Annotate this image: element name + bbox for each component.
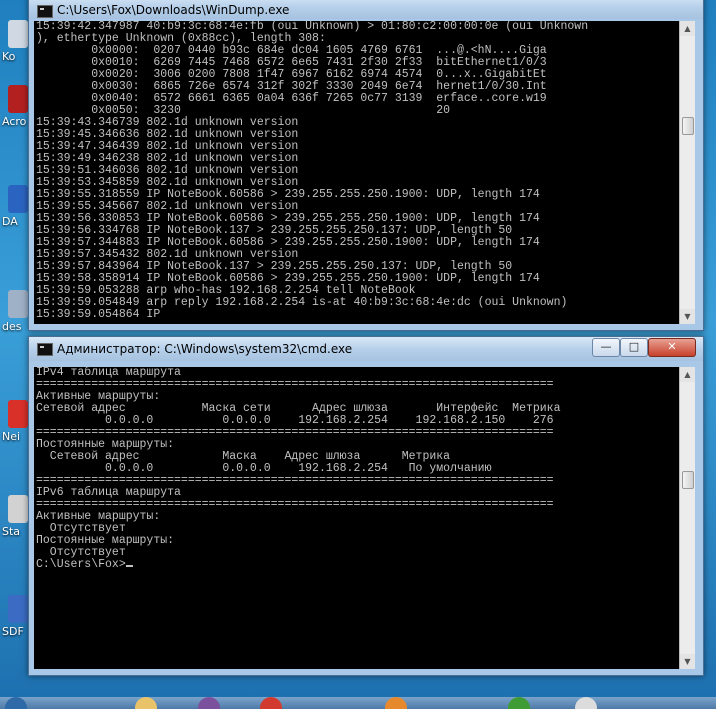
cmd-titlebar[interactable]: Администратор: C:\Windows\system32\cmd.e…	[29, 337, 703, 361]
shortcut-label: des	[2, 320, 22, 333]
console-line: Активные маршруты:	[36, 510, 161, 523]
console-line: C:\Users\Fox>	[36, 559, 681, 571]
shortcut-icon	[8, 290, 28, 318]
windump-window[interactable]: C:\Users\Fox\Downloads\WinDump.exe 15:39…	[28, 0, 704, 331]
taskbar-start-orb-icon[interactable]	[5, 697, 27, 709]
windump-output: 15:39:42.347987 40:b9:3c:68:4e:fb (oui U…	[34, 21, 681, 324]
shortcut-label: DA	[2, 215, 18, 228]
windump-titlebar[interactable]: C:\Users\Fox\Downloads\WinDump.exe	[29, 0, 703, 19]
taskbar-explorer-icon[interactable]	[135, 697, 157, 709]
console-line: 15:39:59.054864 IP	[36, 308, 161, 321]
scroll-down-arrow[interactable]: ▼	[680, 309, 695, 324]
scroll-thumb[interactable]	[682, 117, 694, 135]
close-button[interactable]: ✕	[648, 338, 696, 357]
taskbar-viber-icon[interactable]	[198, 697, 220, 709]
console-app-icon	[37, 5, 53, 18]
windump-scrollbar[interactable]: ▲ ▼	[679, 21, 695, 324]
cmd-title: Администратор: C:\Windows\system32\cmd.e…	[57, 342, 353, 356]
shortcut-icon	[8, 20, 28, 48]
shortcut-label: Acro	[2, 115, 27, 128]
shortcut-icon	[8, 185, 28, 213]
cmd-window[interactable]: Администратор: C:\Windows\system32\cmd.e…	[28, 336, 704, 676]
cmd-scrollbar[interactable]: ▲ ▼	[679, 367, 695, 669]
minimize-button[interactable]: —	[592, 338, 620, 357]
shortcut-icon	[8, 85, 28, 113]
console-line: Отсутствует	[36, 546, 126, 559]
scroll-down-arrow[interactable]: ▼	[680, 654, 695, 669]
shortcut-icon	[8, 400, 28, 428]
cmd-output: IPv4 таблица маршрута ===================…	[34, 367, 681, 669]
shortcut-label: Nei	[2, 430, 21, 443]
scroll-thumb[interactable]	[682, 471, 694, 489]
console-line: Постоянные маршруты:	[36, 534, 175, 547]
taskbar	[0, 697, 716, 709]
maximize-button[interactable]: □	[620, 338, 648, 357]
shortcut-label: Ko	[2, 50, 16, 63]
windump-title: C:\Users\Fox\Downloads\WinDump.exe	[57, 3, 290, 17]
taskbar-utorrent-icon[interactable]	[508, 697, 530, 709]
scroll-up-arrow[interactable]: ▲	[680, 367, 695, 382]
cmd-app-icon	[37, 343, 53, 356]
taskbar-opera-icon[interactable]	[260, 697, 282, 709]
taskbar-firefox-icon[interactable]	[385, 697, 407, 709]
shortcut-label: SDF	[2, 625, 24, 638]
scroll-up-arrow[interactable]: ▲	[680, 21, 695, 36]
taskbar-chrome-icon[interactable]	[575, 697, 597, 709]
shortcut-icon	[8, 595, 28, 623]
shortcut-icon	[8, 495, 28, 523]
text-cursor	[125, 565, 133, 567]
shortcut-label: Sta	[2, 525, 21, 538]
